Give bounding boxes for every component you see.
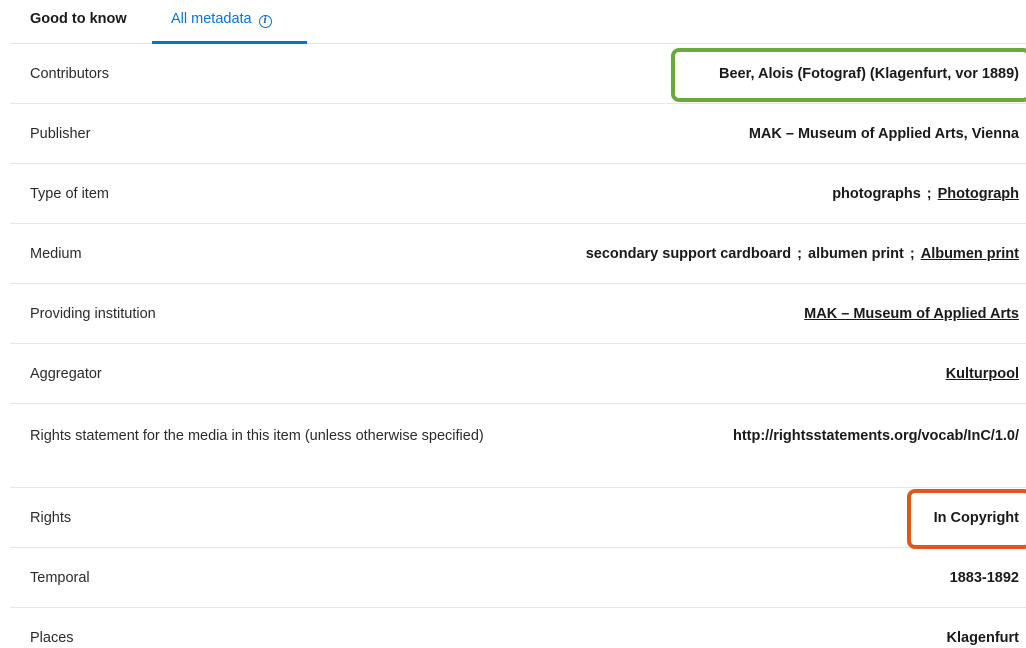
metadata-label: Publisher: [30, 126, 91, 142]
tab-all-metadata-label: All metadata: [171, 11, 252, 27]
metadata-row-temporal: Temporal 1883-1892: [10, 548, 1026, 608]
metadata-value: MAK – Museum of Applied Arts: [804, 304, 1019, 324]
metadata-row-contributors: Contributors Beer, Alois (Fotograf) (Kla…: [10, 44, 1026, 104]
info-icon[interactable]: i: [258, 15, 272, 28]
photograph-link[interactable]: Photograph: [938, 186, 1019, 202]
tab-good-to-know-label: Good to know: [30, 11, 127, 27]
metadata-row-rights-statement: Rights statement for the media in this i…: [10, 404, 1026, 488]
albumen-print-link[interactable]: Albumen print: [921, 246, 1019, 262]
metadata-value: http://rightsstatements.org/vocab/InC/1.…: [732, 428, 1019, 444]
metadata-row-rights: Rights In Copyright: [10, 488, 1026, 548]
metadata-value: 1883-1892: [949, 570, 1019, 586]
metadata-label: Aggregator: [30, 366, 102, 382]
metadata-value-text: secondary support cardboard: [585, 246, 792, 262]
metadata-label: Medium: [30, 246, 82, 262]
metadata-label: Type of item: [30, 186, 109, 202]
metadata-value: Kulturpool: [946, 364, 1019, 384]
metadata-row-medium: Medium secondary support cardboard; album…: [10, 224, 1026, 284]
metadata-label: Rights statement for the media in this i…: [30, 428, 484, 444]
metadata-row-places: Places Klagenfurt: [10, 608, 1026, 648]
metadata-label: Contributors: [30, 66, 109, 82]
metadata-label: Temporal: [30, 570, 90, 586]
metadata-label: Providing institution: [30, 306, 156, 322]
metadata-value: secondary support cardboard; albumen prin…: [586, 244, 1019, 264]
metadata-value-text: albumen print: [808, 246, 904, 262]
metadata-row-providing-institution: Providing institution MAK – Museum of Ap…: [10, 284, 1026, 344]
metadata-row-aggregator: Aggregator Kulturpool: [10, 344, 1026, 404]
metadata-value: photographs; Photograph: [832, 184, 1019, 204]
aggregator-link[interactable]: Kulturpool: [946, 366, 1019, 382]
metadata-list: Contributors Beer, Alois (Fotograf) (Kla…: [10, 44, 1026, 648]
metadata-value-text: photographs: [832, 186, 921, 202]
metadata-value: MAK – Museum of Applied Arts, Vienna: [748, 126, 1019, 142]
metadata-label: Rights: [30, 510, 72, 526]
value-separator: ;: [909, 246, 915, 262]
metadata-tabs: Good to know All metadata i: [10, 0, 1026, 44]
metadata-value: In Copyright: [933, 510, 1019, 526]
metadata-value: Beer, Alois (Fotograf) (Klagenfurt, vor …: [719, 66, 1019, 82]
tab-good-to-know[interactable]: Good to know: [30, 0, 127, 44]
providing-institution-link[interactable]: MAK – Museum of Applied Arts: [804, 306, 1019, 322]
metadata-row-type-of-item: Type of item photographs; Photograph: [10, 164, 1026, 224]
metadata-label: Places: [30, 630, 74, 646]
metadata-value: Klagenfurt: [946, 630, 1020, 646]
tab-all-metadata[interactable]: All metadata i: [152, 0, 307, 44]
value-separator: ;: [926, 186, 932, 202]
value-separator: ;: [797, 246, 802, 262]
metadata-row-publisher: Publisher MAK – Museum of Applied Arts, …: [10, 104, 1026, 164]
